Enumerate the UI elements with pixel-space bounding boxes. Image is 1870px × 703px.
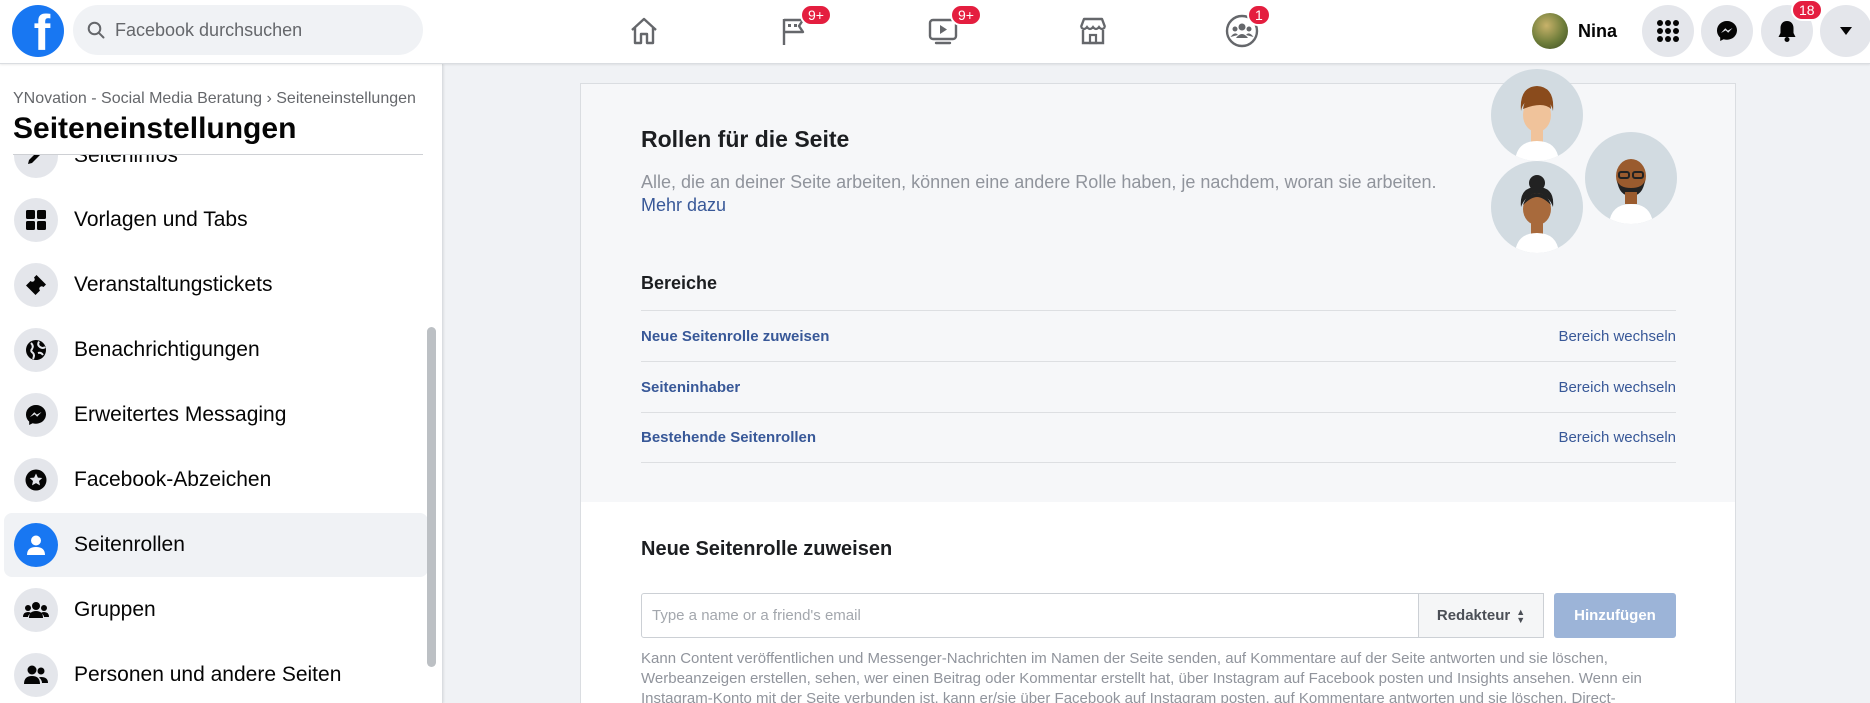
assign-role-title: Neue Seitenrolle zuweisen xyxy=(641,538,893,560)
sidebar-item-label: Erweitertes Messaging xyxy=(74,403,287,426)
switch-area-link[interactable]: Bereich wechseln xyxy=(1558,328,1676,345)
sidebar-item-seiteninfos[interactable]: Seiteninfos xyxy=(4,155,428,188)
learn-more-link[interactable]: Mehr dazu xyxy=(641,195,726,216)
roles-description: Alle, die an deiner Seite arbeiten, könn… xyxy=(641,172,1437,192)
groups-icon xyxy=(14,588,58,632)
pages-badge: 9+ xyxy=(800,4,832,26)
sidebar-item-label: Personen und andere Seiten xyxy=(74,663,342,686)
top-navigation-bar: f 9+ 9+ 1 Nina 18 xyxy=(0,0,1870,64)
nav-pages[interactable]: 9+ xyxy=(738,0,848,62)
messenger-icon xyxy=(14,393,58,437)
roles-header-section: Rollen für die Seite Alle, die an deiner… xyxy=(581,69,1735,502)
sidebar-item-seitenrollen[interactable]: Seitenrollen xyxy=(4,513,428,577)
search-input[interactable] xyxy=(115,19,395,41)
nav-watch[interactable]: 9+ xyxy=(888,0,998,62)
profile-name: Nina xyxy=(1578,20,1618,41)
name-or-email-input[interactable] xyxy=(641,593,1419,638)
sidebar-item-label: Benachrichtigungen xyxy=(74,338,260,361)
ticket-icon xyxy=(14,263,58,307)
role-select[interactable]: Redakteur ▲ ▼ xyxy=(1418,593,1544,638)
sidebar-item-erweitertes-messaging[interactable]: Erweitertes Messaging xyxy=(4,383,428,447)
bell-icon xyxy=(1778,21,1796,42)
account-menu-button[interactable] xyxy=(1820,5,1870,57)
notifications-badge: 18 xyxy=(1791,0,1823,21)
area-row-existing: Bestehende Seitenrollen Bereich wechseln xyxy=(641,412,1676,463)
messenger-button[interactable] xyxy=(1701,5,1753,57)
sidebar-item-label: Seitenrollen xyxy=(74,533,185,556)
home-icon xyxy=(631,17,657,45)
marketplace-icon xyxy=(1079,17,1107,45)
search-box[interactable] xyxy=(73,5,423,55)
face-illustration xyxy=(1491,161,1583,253)
globe-icon xyxy=(14,328,58,372)
sort-caret-icon: ▲ ▼ xyxy=(1516,606,1526,625)
facebook-logo-letter: f xyxy=(33,5,51,57)
area-link-owner[interactable]: Seiteninhaber xyxy=(641,379,740,396)
settings-sidebar: YNovation - Social Media Beratung › Seit… xyxy=(0,64,443,703)
sidebar-scrollbar[interactable] xyxy=(427,327,436,667)
title-divider xyxy=(13,154,423,155)
sidebar-item-label: Veranstaltungstickets xyxy=(74,273,273,296)
person-icon xyxy=(14,523,58,567)
star-badge-icon xyxy=(14,458,58,502)
nav-home[interactable] xyxy=(589,0,699,62)
switch-area-link[interactable]: Bereich wechseln xyxy=(1558,379,1676,396)
grid-menu-icon xyxy=(1657,20,1679,42)
caret-down-icon xyxy=(1840,27,1852,35)
watch-badge: 9+ xyxy=(950,4,982,26)
profile-button[interactable]: Nina xyxy=(1532,12,1617,50)
sidebar-item-label: Seiteninfos xyxy=(74,155,178,167)
people-icon xyxy=(14,653,58,697)
sidebar-item-label: Gruppen xyxy=(74,598,156,621)
area-row-assign: Neue Seitenrolle zuweisen Bereich wechse… xyxy=(641,310,1676,361)
messenger-icon xyxy=(1717,21,1737,41)
pencil-icon xyxy=(14,155,58,178)
sidebar-item-benachrichtigungen[interactable]: Benachrichtigungen xyxy=(4,318,428,382)
page-roles-card: Rollen für die Seite Alle, die an deiner… xyxy=(580,69,1736,703)
area-row-owner: Seiteninhaber Bereich wechseln xyxy=(641,361,1676,412)
areas-title: Bereiche xyxy=(641,273,718,293)
switch-area-link[interactable]: Bereich wechseln xyxy=(1558,429,1676,446)
sidebar-item-veranstaltungstickets[interactable]: Veranstaltungstickets xyxy=(4,253,428,317)
sidebar-item-vorlagen-und-tabs[interactable]: Vorlagen und Tabs xyxy=(4,188,428,252)
nav-marketplace[interactable] xyxy=(1038,0,1148,62)
notifications-button[interactable]: 18 xyxy=(1761,0,1823,57)
sidebar-item-facebook-abzeichen[interactable]: Facebook-Abzeichen xyxy=(4,448,428,512)
facebook-logo[interactable]: f xyxy=(12,5,64,57)
area-link-assign[interactable]: Neue Seitenrolle zuweisen xyxy=(641,328,829,345)
avatar xyxy=(1532,13,1568,49)
add-button[interactable]: Hinzufügen xyxy=(1554,593,1676,638)
role-help-text: Kann Content veröffentlichen und Messeng… xyxy=(641,650,1642,703)
breadcrumb[interactable]: YNovation - Social Media Beratung › Seit… xyxy=(13,90,416,108)
grid-icon xyxy=(14,198,58,242)
roles-title: Rollen für die Seite xyxy=(641,126,850,152)
sidebar-item-label: Facebook-Abzeichen xyxy=(74,468,272,491)
search-icon xyxy=(87,21,105,39)
face-illustration xyxy=(1585,132,1677,224)
sidebar-list: Seiteninfos Vorlagen und Tabs Veranstalt… xyxy=(0,155,430,703)
role-select-value: Redakteur xyxy=(1436,607,1511,624)
area-link-existing[interactable]: Bestehende Seitenrollen xyxy=(641,429,816,446)
sidebar-item-gruppen[interactable]: Gruppen xyxy=(4,578,428,642)
menu-button[interactable] xyxy=(1642,5,1694,57)
face-illustration xyxy=(1491,69,1583,161)
nav-groups[interactable]: 1 xyxy=(1187,0,1297,62)
page-title: Seiteneinstellungen xyxy=(13,112,297,145)
sidebar-item-personen-und-andere-seiten[interactable]: Personen und andere Seiten xyxy=(4,643,428,703)
sidebar-item-label: Vorlagen und Tabs xyxy=(74,208,248,231)
groups-badge: 1 xyxy=(1247,4,1271,26)
